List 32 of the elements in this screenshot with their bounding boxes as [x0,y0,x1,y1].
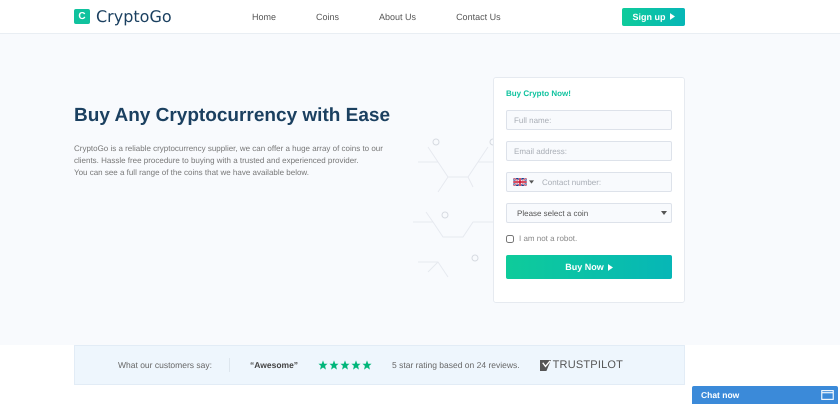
star-icon [340,360,350,370]
phone-field[interactable]: Contact number: [506,172,672,192]
coin-select[interactable]: Please select a coin [506,203,672,223]
trustpilot-logo-icon [540,360,551,370]
robot-checkbox[interactable] [506,234,514,242]
rating-summary: 5 star rating based on 24 reviews. [392,360,520,370]
logo-text: CryptoGo [96,7,172,26]
form-title: Buy Crypto Now! [506,89,572,98]
hero-text: CryptoGo is a reliable cryptocurrency supplier, we can offer a huge array of coins to our clients. Hassle free procedure to buying with a trusted and experienced provider. You can see a full range of the coins that we have available below. [74,143,384,179]
nav-link[interactable]: Coins [316,12,340,22]
input-field[interactable]: Contact number: [542,178,665,186]
logo-icon: C [74,9,90,24]
brand-name: TRUSTPILOT [552,359,624,371]
input-field[interactable]: Email address: [506,141,672,161]
star-icon [329,360,340,370]
star-icon [362,360,372,370]
checkbox-label: I am not a robot. [519,234,578,243]
country-flag-icon[interactable] [513,178,534,186]
window-icon [821,390,834,400]
star-icon [351,360,362,370]
reviews-label: What our customers say: [118,358,230,372]
caret-icon [670,13,674,20]
nav-link[interactable]: Home [252,12,276,22]
star-icon [318,360,328,370]
review-quote: “Awesome” [250,360,298,370]
input-field[interactable]: Full name: [506,110,672,130]
hero-title: Buy Any Cryptocurrency with Ease [74,105,392,127]
chat-now-button[interactable]: Chat now [692,386,838,404]
nav-link[interactable]: Contact Us [456,12,501,22]
caret-icon [608,264,613,270]
nav-link[interactable]: About Us [379,12,416,22]
dropdown-arrow-icon [661,211,667,215]
